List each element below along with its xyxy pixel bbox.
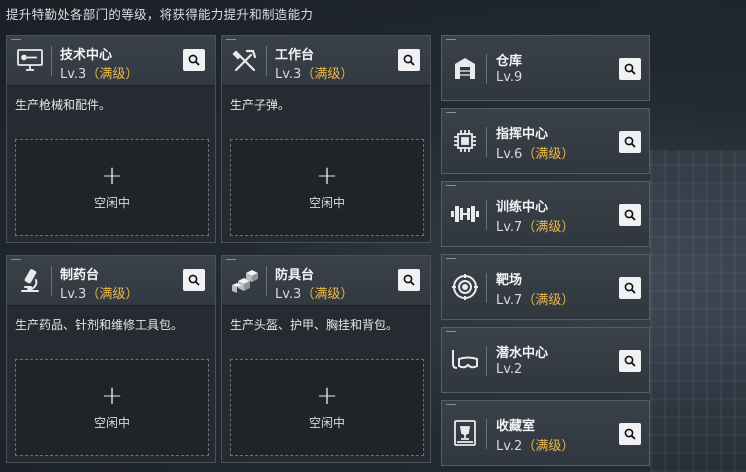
slot-status: 空闲中: [93, 196, 130, 210]
facility-item-warehouse[interactable]: 仓库 Lv.9: [441, 35, 650, 101]
inspect-button[interactable]: [183, 49, 205, 71]
card-header: 防具台 Lv.3（满级）: [222, 256, 430, 306]
card-level: Lv.3（满级）: [275, 67, 354, 82]
max-level-tag: （满级）: [522, 293, 575, 308]
max-level-tag: （满级）: [301, 287, 354, 302]
item-level: Lv.2（满级）: [496, 439, 575, 454]
facility-item-command-center[interactable]: 指挥中心 Lv.6（满级）: [441, 108, 650, 174]
card-title: 制药台: [60, 268, 100, 283]
card-description: 生产枪械和配件。: [15, 98, 112, 112]
target-icon: [448, 270, 482, 304]
item-level: Lv.7（满级）: [496, 220, 575, 235]
search-icon: [624, 282, 636, 294]
max-level-tag: （满级）: [301, 67, 354, 82]
inspect-button[interactable]: [619, 204, 641, 226]
card-level: Lv.3（满级）: [60, 67, 139, 82]
facility-card-pharmacy[interactable]: 制药台 Lv.3（满级） 生产药品、针剂和维修工具包。 + 空闲中: [6, 255, 216, 463]
inspect-button[interactable]: [619, 423, 641, 445]
dumbbell-icon: [448, 197, 482, 231]
search-icon: [624, 428, 636, 440]
card-level: Lv.3（满级）: [275, 287, 354, 302]
card-description: 生产药品、针剂和维修工具包。: [15, 318, 184, 332]
inspect-button[interactable]: [619, 350, 641, 372]
card-description: 生产子弹。: [230, 98, 291, 112]
max-level-tag: （满级）: [522, 439, 575, 454]
item-title: 靶场: [496, 273, 523, 288]
chip-icon: [448, 124, 482, 158]
search-icon: [403, 54, 415, 66]
background-machinery: [650, 150, 746, 472]
slot-status: 空闲中: [308, 416, 345, 430]
max-level-tag: （满级）: [522, 220, 575, 235]
card-header: 工作台 Lv.3（满级）: [222, 36, 430, 86]
inspect-button[interactable]: [619, 131, 641, 153]
max-level-tag: （满级）: [522, 147, 575, 162]
slot-status: 空闲中: [93, 416, 130, 430]
item-level: Lv.2: [496, 362, 523, 377]
search-icon: [624, 63, 636, 75]
add-icon: +: [101, 381, 123, 411]
item-title: 训练中心: [496, 200, 549, 215]
diving-mask-icon: [448, 343, 482, 377]
facility-item-diving-center[interactable]: 潜水中心 Lv.2: [441, 327, 650, 393]
computer-icon: [13, 44, 47, 78]
search-icon: [403, 274, 415, 286]
production-slot[interactable]: + 空闲中: [230, 139, 424, 236]
add-icon: +: [316, 161, 338, 191]
inspect-button[interactable]: [619, 58, 641, 80]
search-icon: [624, 355, 636, 367]
inspect-button[interactable]: [619, 277, 641, 299]
item-title: 潜水中心: [496, 346, 549, 361]
inspect-button[interactable]: [398, 49, 420, 71]
trophy-case-icon: [448, 416, 482, 450]
search-icon: [188, 274, 200, 286]
card-header: 技术中心 Lv.3（满级）: [7, 36, 215, 86]
max-level-tag: （满级）: [86, 287, 139, 302]
item-title: 指挥中心: [496, 127, 549, 142]
inspect-button[interactable]: [398, 269, 420, 291]
production-slot[interactable]: + 空闲中: [15, 359, 209, 456]
item-title: 收藏室: [496, 419, 536, 434]
card-level: Lv.3（满级）: [60, 287, 139, 302]
facility-item-training-center[interactable]: 训练中心 Lv.7（满级）: [441, 181, 650, 247]
item-level: Lv.6（满级）: [496, 147, 575, 162]
facility-card-workbench[interactable]: 工作台 Lv.3（满级） 生产子弹。 + 空闲中: [221, 35, 431, 243]
tools-icon: [228, 44, 262, 78]
item-level: Lv.9: [496, 70, 523, 85]
warehouse-icon: [448, 51, 482, 85]
facility-item-shooting-range[interactable]: 靶场 Lv.7（满级）: [441, 254, 650, 320]
facility-card-tech-center[interactable]: 技术中心 Lv.3（满级） 生产枪械和配件。 + 空闲中: [6, 35, 216, 243]
card-title: 技术中心: [60, 48, 113, 63]
search-icon: [188, 54, 200, 66]
inspect-button[interactable]: [183, 269, 205, 291]
card-description: 生产头盔、护甲、胸挂和背包。: [230, 318, 399, 332]
facility-item-collection-room[interactable]: 收藏室 Lv.2（满级）: [441, 400, 650, 466]
armor-blocks-icon: [228, 264, 262, 298]
item-level: Lv.7（满级）: [496, 293, 575, 308]
production-slot[interactable]: + 空闲中: [230, 359, 424, 456]
card-title: 工作台: [275, 48, 315, 63]
production-slot[interactable]: + 空闲中: [15, 139, 209, 236]
slot-status: 空闲中: [308, 196, 345, 210]
add-icon: +: [101, 161, 123, 191]
facility-card-armor-bench[interactable]: 防具台 Lv.3（满级） 生产头盔、护甲、胸挂和背包。 + 空闲中: [221, 255, 431, 463]
item-title: 仓库: [496, 54, 523, 69]
page-description: 提升特勤处各部门的等级，将获得能力提升和制造能力: [6, 7, 314, 22]
card-header: 制药台 Lv.3（满级）: [7, 256, 215, 306]
search-icon: [624, 209, 636, 221]
search-icon: [624, 136, 636, 148]
add-icon: +: [316, 381, 338, 411]
microscope-icon: [13, 264, 47, 298]
max-level-tag: （满级）: [86, 67, 139, 82]
card-title: 防具台: [275, 268, 315, 283]
